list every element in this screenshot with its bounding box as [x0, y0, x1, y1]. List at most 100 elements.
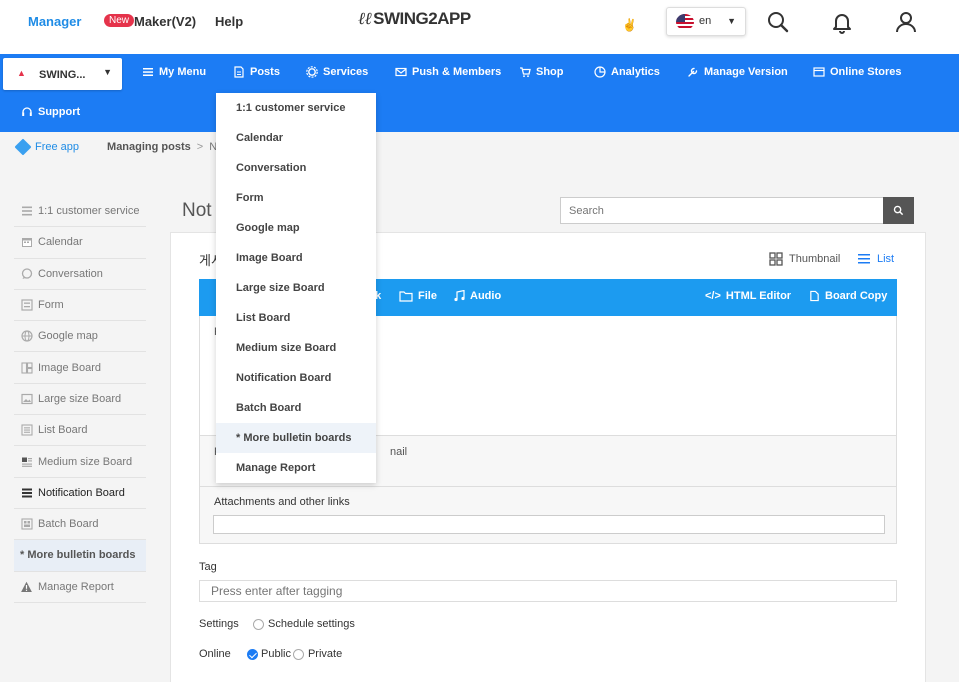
code-icon: </>: [705, 290, 721, 302]
thumbnail-row-text: nail: [390, 446, 408, 458]
settings-label: Settings: [199, 618, 239, 630]
sidebar-item-manage-report[interactable]: Manage Report: [14, 572, 146, 603]
sidebar-item-more-bulletin-boards[interactable]: * More bulletin boards: [14, 540, 146, 572]
nav-label: Support: [38, 106, 81, 118]
sidebar-item-batch-board[interactable]: Batch Board: [14, 509, 146, 541]
maker-link[interactable]: Maker(V2): [134, 14, 196, 29]
sidebar-item-form[interactable]: Form: [14, 290, 146, 322]
sidebar-item-calendar[interactable]: Calendar: [14, 227, 146, 259]
schedule-radio[interactable]: [253, 618, 264, 630]
sidebar-item-label: * More bulletin boards: [20, 549, 136, 562]
sidebar-item-label: Medium size Board: [38, 455, 133, 468]
manager-link[interactable]: Manager: [28, 14, 81, 29]
cart-icon: [520, 67, 531, 78]
thumbnail-view-toggle[interactable]: Thumbnail: [769, 252, 840, 266]
menu-item-calendar[interactable]: Calendar: [216, 123, 376, 153]
file-button[interactable]: File: [399, 290, 437, 302]
audio-button[interactable]: Audio: [453, 290, 501, 302]
search-input[interactable]: [561, 198, 881, 223]
html-editor-button[interactable]: </> HTML Editor: [705, 290, 791, 302]
nav-label: Shop: [536, 66, 564, 78]
menu-item-form[interactable]: Form: [216, 183, 376, 213]
search-button[interactable]: [883, 197, 914, 224]
breadcrumb-section[interactable]: Managing posts: [107, 141, 191, 153]
sidebar-item-customer-service[interactable]: 1:1 customer service: [14, 196, 146, 228]
store-icon: [813, 67, 825, 77]
menu-item-manage-report[interactable]: Manage Report: [216, 453, 376, 483]
attachments-label: Attachments and other links: [214, 496, 350, 508]
sidebar-item-medium-size-board[interactable]: Medium size Board: [14, 446, 146, 478]
menu-item-google-map[interactable]: Google map: [216, 213, 376, 243]
board-copy-button[interactable]: Board Copy: [809, 290, 887, 302]
attachments-row: Attachments and other links: [199, 487, 897, 544]
nav-manage-version[interactable]: Manage Version: [687, 66, 788, 78]
wrench-icon: [688, 67, 698, 77]
settings-row: Settings Schedule settings: [199, 618, 355, 630]
nav-support[interactable]: Support: [21, 106, 80, 118]
breadcrumb-home[interactable]: Free app: [35, 141, 79, 153]
menu-item-large-size-board[interactable]: Large size Board: [216, 273, 376, 303]
image-board-icon: [20, 362, 33, 374]
nav-analytics[interactable]: Analytics: [594, 66, 660, 78]
attachments-input[interactable]: [213, 515, 885, 534]
batch-icon: [20, 518, 33, 530]
online-label: Online: [199, 648, 231, 660]
menu-item-medium-size-board[interactable]: Medium size Board: [216, 333, 376, 363]
public-radio[interactable]: [247, 648, 258, 660]
document-icon: [234, 66, 244, 78]
list-icon: [858, 254, 870, 264]
menu-item-list-board[interactable]: List Board: [216, 303, 376, 333]
menu-item-notification-board[interactable]: Notification Board: [216, 363, 376, 393]
diamond-icon: [14, 138, 32, 156]
sidebar-item-label: Form: [38, 299, 64, 312]
menu-icon: [143, 68, 153, 76]
sidebar-item-large-size-board[interactable]: Large size Board: [14, 384, 146, 416]
sidebar-item-list-board[interactable]: List Board: [14, 415, 146, 447]
headset-icon: [22, 107, 32, 116]
new-badge: New: [104, 14, 135, 27]
help-link[interactable]: Help: [215, 14, 243, 29]
private-radio[interactable]: [292, 648, 304, 660]
sidebar: 1:1 customer service Calendar Conversati…: [14, 196, 146, 603]
menu-item-customer-service[interactable]: 1:1 customer service: [216, 93, 376, 123]
list-view-toggle[interactable]: List: [857, 252, 894, 266]
medium-board-icon: [20, 456, 33, 468]
swing2app-logo[interactable]: ℓℓ SWING2APP: [358, 9, 471, 29]
search-icon[interactable]: [766, 10, 790, 34]
nav-posts[interactable]: Posts: [233, 66, 280, 78]
sidebar-item-label: Manage Report: [38, 580, 114, 593]
nav-my-menu[interactable]: My Menu: [142, 66, 206, 78]
sidebar-item-label: Calendar: [38, 236, 83, 249]
form-icon: [20, 299, 33, 311]
sidebar-item-notification-board[interactable]: Notification Board: [14, 478, 146, 509]
chat-icon: [20, 268, 33, 280]
sidebar-item-conversation[interactable]: Conversation: [14, 259, 146, 290]
tag-input[interactable]: [200, 581, 896, 601]
app-selector[interactable]: ▲ SWING... ▼: [3, 58, 122, 90]
tag-label: Tag: [199, 561, 217, 573]
nav-push-members[interactable]: Push & Members: [395, 66, 501, 78]
sidebar-item-image-board[interactable]: Image Board: [14, 352, 146, 384]
nav-online-stores[interactable]: Online Stores: [813, 66, 902, 78]
nav-label: Services: [323, 66, 369, 78]
bell-icon[interactable]: [830, 10, 854, 34]
list-icon: [20, 424, 33, 436]
nav-services[interactable]: Services: [306, 66, 368, 78]
chevron-down-icon: ▼: [103, 67, 112, 77]
menu-item-image-board[interactable]: Image Board: [216, 243, 376, 273]
menu-item-conversation[interactable]: Conversation: [216, 153, 376, 183]
menu-item-batch-board[interactable]: Batch Board: [216, 393, 376, 423]
user-icon[interactable]: [894, 10, 918, 34]
nav-label: Posts: [250, 66, 280, 78]
menu-item-more-bulletin-boards[interactable]: * More bulletin boards: [216, 423, 376, 453]
us-flag-icon: [676, 14, 694, 30]
language-select[interactable]: en ▼: [666, 7, 746, 36]
image-icon: [20, 393, 33, 405]
top-header: Manager New Maker(V2) Help ℓℓ SWING2APP ✌…: [0, 0, 959, 54]
nav-shop[interactable]: Shop: [519, 66, 564, 78]
sidebar-item-label: List Board: [38, 424, 88, 437]
language-value: en: [699, 15, 712, 27]
sidebar-item-google-map[interactable]: Google map: [14, 321, 146, 353]
list-label: List: [877, 253, 895, 265]
nav-label: Manage Version: [704, 66, 788, 78]
